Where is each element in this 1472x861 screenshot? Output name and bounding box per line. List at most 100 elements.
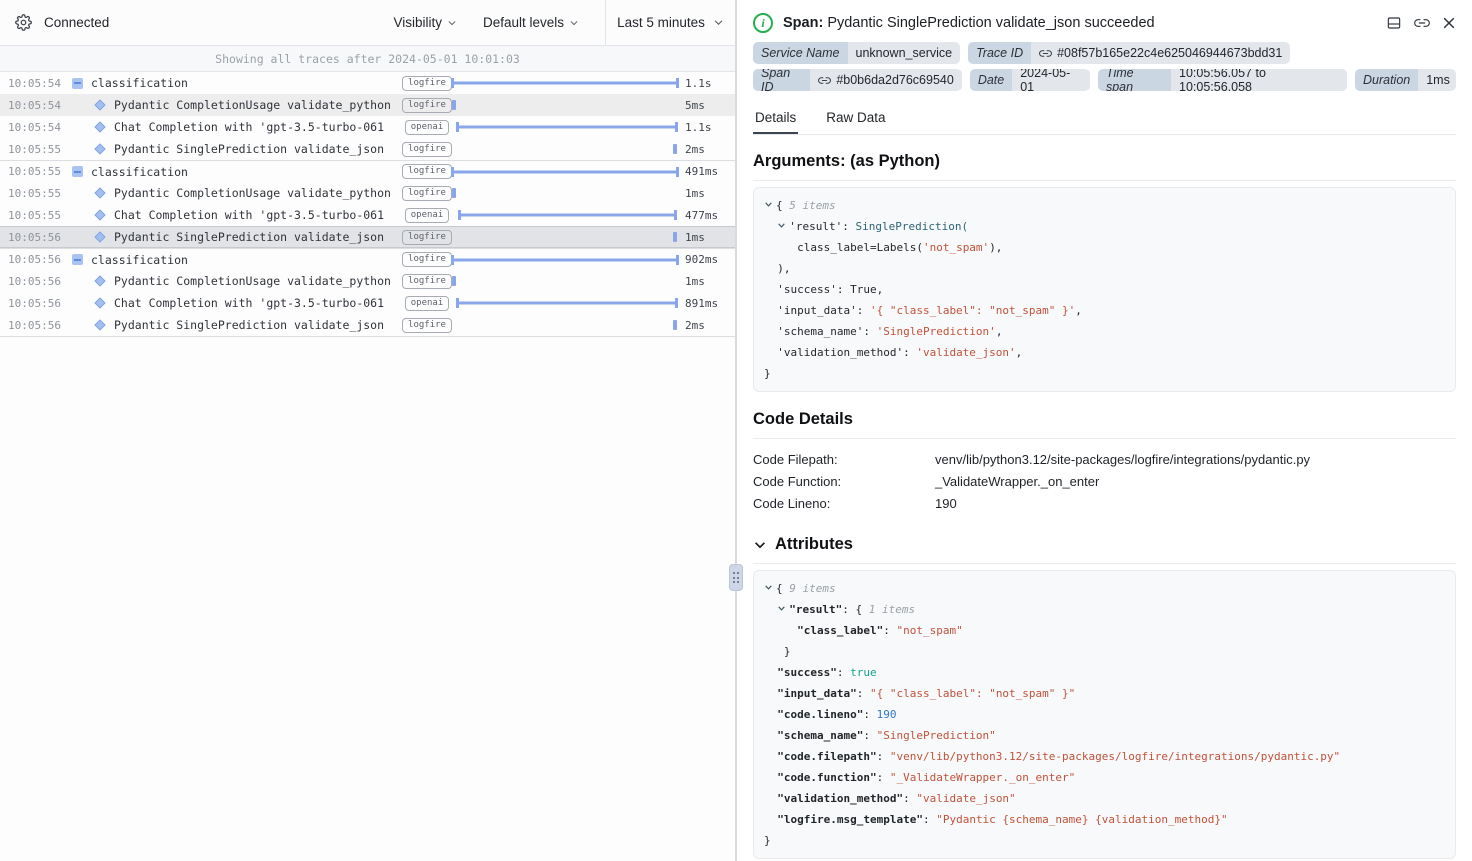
- tab-raw-data[interactable]: Raw Data: [824, 104, 887, 134]
- trace-tag-cell: logfire: [403, 142, 451, 157]
- meta-badge: Span ID#b0b6da2d76c69540: [753, 69, 962, 91]
- code-segment: [764, 729, 777, 742]
- code-segment: :: [883, 624, 896, 637]
- duration-bar: [452, 188, 456, 198]
- trace-row[interactable]: 10:05:55Pydantic CompletionUsage validat…: [0, 182, 735, 204]
- trace-row[interactable]: 10:05:54Chat Completion with 'gpt-3.5-tu…: [0, 116, 735, 138]
- code-line: "logfire.msg_template": "Pydantic {schem…: [764, 809, 1445, 830]
- collapse-toggle-icon[interactable]: [72, 254, 83, 265]
- code-details-heading: Code Details: [753, 410, 1456, 439]
- default-levels-dropdown[interactable]: Default levels: [483, 15, 579, 30]
- code-detail-row: Code Function:_ValidateWrapper._on_enter: [753, 471, 1456, 493]
- trace-tree-cell: Chat Completion with 'gpt-3.5-turbo-061: [72, 296, 403, 310]
- badge-value[interactable]: #08f57b165e22c4e625046944673bdd31: [1031, 42, 1290, 64]
- trace-tree-cell: Chat Completion with 'gpt-3.5-turbo-061: [72, 208, 403, 222]
- copy-link-button[interactable]: [1414, 15, 1430, 31]
- trace-list: 10:05:54classificationlogfire1.1s10:05:5…: [0, 72, 735, 337]
- link-icon: [1039, 47, 1052, 60]
- default-levels-label: Default levels: [483, 15, 564, 30]
- duration-bar-cell: [451, 314, 679, 336]
- trace-name: Pydantic SinglePrediction validate_json: [114, 142, 384, 156]
- trace-time: 10:05:55: [8, 209, 70, 222]
- time-range-dropdown[interactable]: Last 5 minutes: [605, 0, 735, 45]
- trace-duration: 477ms: [679, 209, 735, 222]
- duration-bar: [456, 298, 678, 308]
- span-detail-header: i Span: Pydantic SinglePrediction valida…: [753, 0, 1456, 33]
- code-segment: "code.filepath": [777, 750, 876, 763]
- code-segment: :: [877, 771, 890, 784]
- code-segment: [764, 687, 777, 700]
- code-segment: :: [923, 813, 936, 826]
- collapse-toggle-icon[interactable]: [72, 166, 83, 177]
- collapse-chevron-icon: [753, 538, 767, 552]
- duration-bar-cell: [451, 161, 679, 182]
- code-segment: "logfire.msg_template": [777, 813, 923, 826]
- expand-chevron-icon[interactable]: [777, 599, 789, 620]
- span-title-text: Pydantic SinglePrediction validate_json …: [827, 15, 1154, 31]
- detail-tabs: Details Raw Data: [753, 104, 1456, 135]
- code-detail-label: Code Lineno:: [753, 493, 935, 515]
- code-line: ),: [764, 258, 1445, 279]
- code-segment: ),: [764, 262, 791, 275]
- trace-duration: 5ms: [679, 99, 735, 112]
- code-segment: [764, 603, 777, 616]
- collapse-toggle-icon[interactable]: [72, 78, 83, 89]
- span-diamond-icon: [94, 231, 105, 242]
- code-detail-value: _ValidateWrapper._on_enter: [935, 471, 1099, 493]
- expand-chevron-icon[interactable]: [777, 216, 789, 237]
- attributes-heading[interactable]: Attributes: [753, 535, 1456, 564]
- code-segment: "validate_json": [916, 792, 1015, 805]
- trace-row[interactable]: 10:05:56classificationlogfire902ms: [0, 248, 735, 270]
- chevron-down-icon: [569, 18, 579, 28]
- trace-row[interactable]: 10:05:55 Chat Completion with 'gpt-3.5-tu…: [0, 204, 735, 226]
- code-segment: :: [877, 750, 890, 763]
- visibility-dropdown[interactable]: Visibility: [393, 15, 457, 30]
- trace-name: Chat Completion with 'gpt-3.5-turbo-061: [114, 208, 384, 222]
- tab-details[interactable]: Details: [753, 104, 798, 134]
- close-panel-button[interactable]: [1442, 16, 1456, 30]
- code-segment: ),: [989, 241, 1002, 254]
- expand-chevron-icon[interactable]: [764, 195, 776, 216]
- span-meta-badges: Service Nameunknown_serviceTrace ID#08f5…: [753, 42, 1456, 91]
- settings-gear-button[interactable]: [15, 14, 32, 31]
- code-segment: 'SinglePrediction': [877, 325, 996, 338]
- trace-row[interactable]: 10:05:54Pydantic CompletionUsage validat…: [0, 94, 735, 116]
- code-line: "code.function": "_ValidateWrapper._on_e…: [764, 767, 1445, 788]
- duration-bar-cell: [451, 116, 679, 138]
- code-segment: 5 items: [789, 199, 835, 212]
- trace-row[interactable]: 10:05:56Chat Completion with 'gpt-3.5-tu…: [0, 292, 735, 314]
- trace-tree-cell: Pydantic CompletionUsage validate_python: [72, 186, 403, 200]
- duration-bar: [452, 100, 456, 110]
- logfire-app: Connected Visibility Default levels Last…: [0, 0, 1472, 861]
- code-segment: 1 items: [869, 603, 915, 616]
- code-segment: {: [776, 199, 789, 212]
- trace-row[interactable]: 10:05:56Pydantic SinglePrediction valida…: [0, 314, 735, 336]
- code-detail-value: venv/lib/python3.12/site-packages/logfir…: [935, 449, 1310, 471]
- expand-chevron-icon[interactable]: [764, 578, 776, 599]
- dock-panel-button[interactable]: [1386, 15, 1402, 31]
- code-segment: 190: [877, 708, 897, 721]
- divider-drag-handle[interactable]: [729, 564, 743, 591]
- trace-time: 10:05:54: [8, 77, 70, 90]
- code-line: "code.filepath": "venv/lib/python3.12/si…: [764, 746, 1445, 767]
- badge-value[interactable]: #b0b6da2d76c69540: [810, 69, 961, 91]
- code-segment: [764, 624, 797, 637]
- trace-tag-cell: logfire: [403, 274, 451, 289]
- attributes-json-block: { 9 items "result": { 1 items "class_lab…: [753, 570, 1456, 859]
- code-detail-label: Code Function:: [753, 471, 935, 493]
- trace-row[interactable]: 10:05:56Pydantic CompletionUsage validat…: [0, 270, 735, 292]
- trace-row[interactable]: 10:05:56Pydantic SinglePrediction valida…: [0, 226, 735, 248]
- badge-value-text: #b0b6da2d76c69540: [836, 73, 953, 87]
- panel-divider[interactable]: [735, 0, 737, 861]
- code-detail-value: 190: [935, 493, 957, 515]
- duration-bar: [458, 210, 677, 220]
- trace-tree-cell: Pydantic CompletionUsage validate_python: [72, 98, 403, 112]
- span-level-label: Span:: [783, 15, 823, 31]
- code-segment: [764, 220, 777, 233]
- visibility-label: Visibility: [393, 15, 442, 30]
- trace-tag-badge: openai: [405, 120, 450, 135]
- trace-row[interactable]: 10:05:54classificationlogfire1.1s: [0, 72, 735, 94]
- trace-row[interactable]: 10:05:55classificationlogfire491ms: [0, 160, 735, 182]
- trace-row[interactable]: 10:05:55Pydantic SinglePrediction valida…: [0, 138, 735, 160]
- badge-row: Span ID#b0b6da2d76c69540Date2024-05-01Ti…: [753, 69, 1456, 91]
